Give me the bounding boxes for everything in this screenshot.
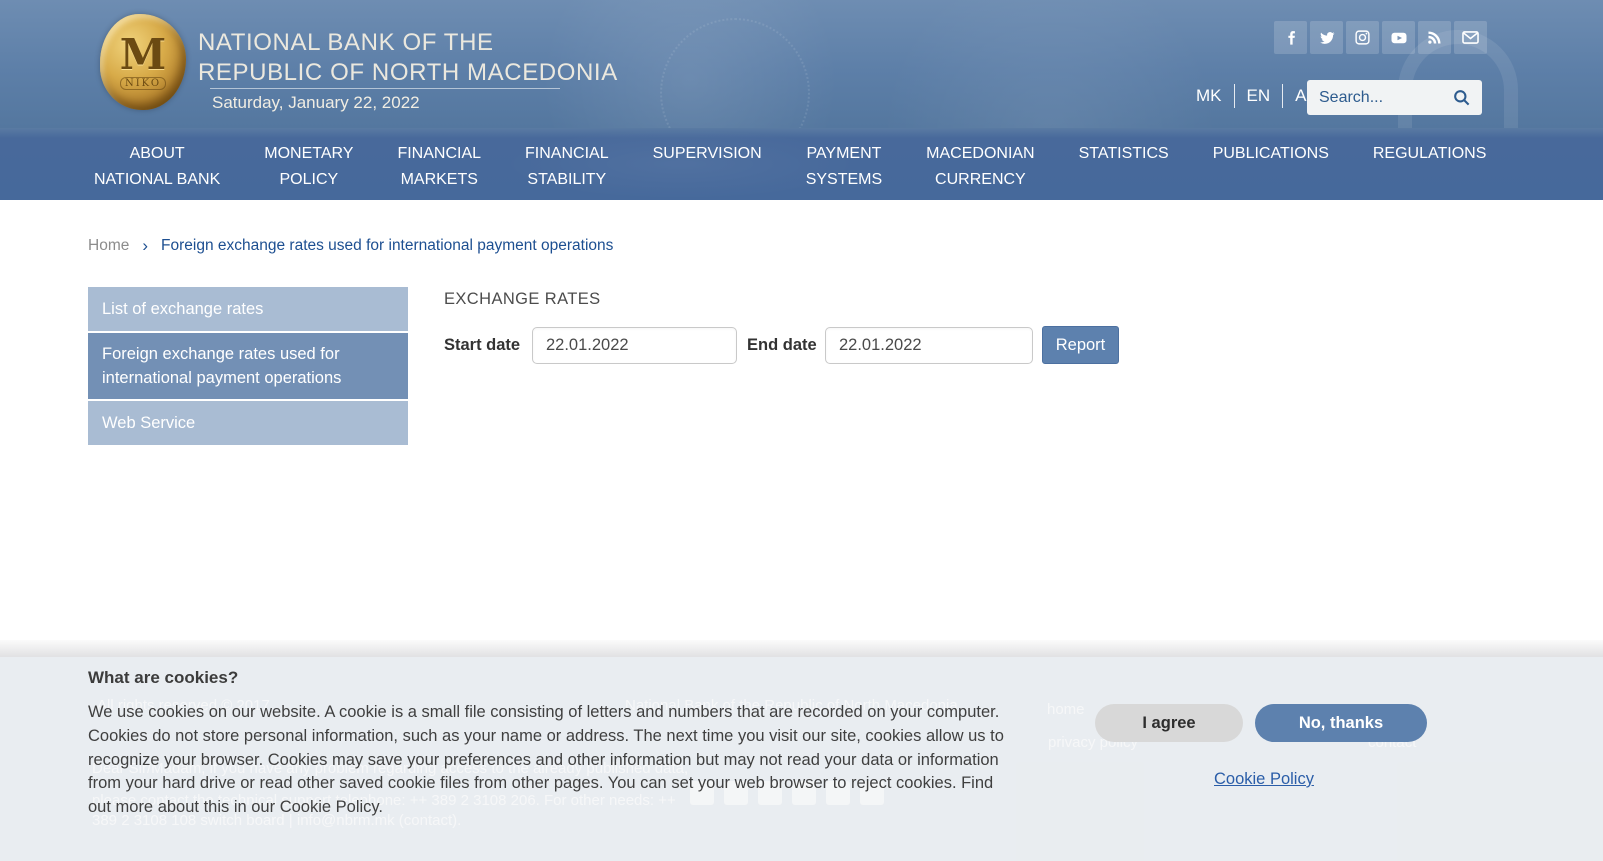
nav-item-about-national-bank[interactable]: ABOUTNATIONAL BANK bbox=[72, 141, 242, 193]
current-date: Saturday, January 22, 2022 bbox=[212, 93, 420, 113]
twitter-icon[interactable] bbox=[1310, 21, 1343, 54]
sidebar-item-web-service[interactable]: Web Service bbox=[88, 401, 408, 445]
nav-item-financial-stability[interactable]: FINANCIALSTABILITY bbox=[503, 141, 631, 193]
sidebar-menu: List of exchange rates Foreign exchange … bbox=[88, 287, 408, 447]
site-header: M NIKO NATIONAL BANK OF THE REPUBLIC OF … bbox=[0, 0, 1603, 128]
email-icon[interactable] bbox=[1454, 21, 1487, 54]
cookie-decline-button[interactable]: No, thanks bbox=[1255, 704, 1427, 742]
breadcrumb-home[interactable]: Home bbox=[88, 237, 129, 255]
cookie-policy-link[interactable]: Cookie Policy bbox=[1214, 770, 1314, 789]
sidebar-item-list-of-exchange-rates[interactable]: List of exchange rates bbox=[88, 287, 408, 331]
start-date-label: Start date bbox=[444, 336, 532, 355]
nav-item-publications[interactable]: PUBLICATIONS bbox=[1191, 141, 1351, 167]
nav-item-monetary-policy[interactable]: MONETARYPOLICY bbox=[242, 141, 375, 193]
cookie-banner-body: We use cookies on our website. A cookie … bbox=[88, 701, 1016, 820]
search-input[interactable] bbox=[1307, 89, 1440, 107]
footer-top-shadow bbox=[0, 640, 1603, 657]
cookie-banner-title: What are cookies? bbox=[88, 668, 238, 688]
instagram-icon[interactable] bbox=[1346, 21, 1379, 54]
breadcrumb-current: Foreign exchange rates used for internat… bbox=[161, 237, 613, 255]
exchange-rates-form: Start date End date Report bbox=[444, 325, 1119, 365]
page-title: EXCHANGE RATES bbox=[444, 290, 601, 309]
coin-inscription: NIKO bbox=[120, 77, 166, 90]
social-links bbox=[1274, 21, 1487, 54]
nav-item-statistics[interactable]: STATISTICS bbox=[1057, 141, 1191, 167]
cookie-agree-button[interactable]: I agree bbox=[1095, 704, 1243, 742]
search-icon[interactable] bbox=[1440, 88, 1482, 107]
bank-name: NATIONAL BANK OF THE REPUBLIC OF NORTH M… bbox=[198, 28, 618, 88]
search-box bbox=[1307, 80, 1482, 115]
lang-mk[interactable]: MK bbox=[1184, 86, 1234, 106]
nav-item-regulations[interactable]: REGULATIONS bbox=[1351, 141, 1509, 167]
header-ornament bbox=[880, 0, 1220, 128]
report-button[interactable]: Report bbox=[1042, 326, 1119, 364]
bank-name-line2: REPUBLIC OF NORTH MACEDONIA bbox=[198, 58, 618, 88]
nav-item-financial-markets[interactable]: FINANCIALMARKETS bbox=[375, 141, 503, 193]
start-date-input[interactable] bbox=[532, 327, 737, 364]
nav-item-macedonian-currency[interactable]: MACEDONIANCURRENCY bbox=[904, 141, 1056, 193]
coin-monogram: M bbox=[120, 35, 167, 75]
nav-item-payment-systems[interactable]: PAYMENTSYSTEMS bbox=[784, 141, 904, 193]
sidebar-item-foreign-exchange-rates[interactable]: Foreign exchange rates used for internat… bbox=[88, 333, 408, 399]
main-nav: ABOUTNATIONAL BANK MONETARYPOLICY FINANC… bbox=[0, 128, 1603, 200]
rss-icon[interactable] bbox=[1418, 21, 1451, 54]
chevron-right-icon: › bbox=[142, 236, 148, 256]
bank-name-line1: NATIONAL BANK OF THE bbox=[198, 28, 618, 58]
nav-item-supervision[interactable]: SUPERVISION bbox=[631, 141, 784, 167]
header-divider bbox=[210, 88, 560, 89]
youtube-icon[interactable] bbox=[1382, 21, 1415, 54]
end-date-input[interactable] bbox=[825, 327, 1033, 364]
bank-coin-logo[interactable]: M NIKO bbox=[100, 14, 186, 110]
breadcrumb: Home › Foreign exchange rates used for i… bbox=[88, 236, 613, 256]
lang-en[interactable]: EN bbox=[1235, 86, 1283, 106]
end-date-label: End date bbox=[747, 336, 821, 355]
facebook-icon[interactable] bbox=[1274, 21, 1307, 54]
cookie-banner: What are cookies? We use cookies on our … bbox=[0, 657, 1603, 861]
